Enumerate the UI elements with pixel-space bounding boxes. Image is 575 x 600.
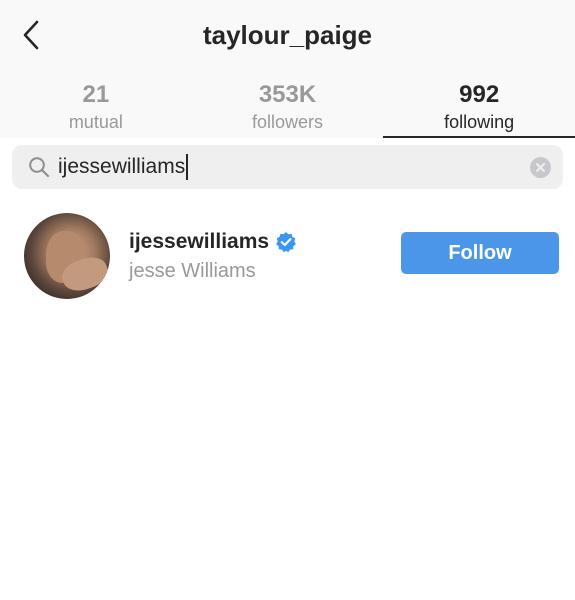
search-query: ijessewilliams xyxy=(58,155,186,178)
tab-label: mutual xyxy=(68,112,123,132)
follow-button[interactable]: Follow xyxy=(401,232,559,274)
text-caret xyxy=(186,154,189,180)
list-item[interactable]: ijessewilliams jesse Williams Follow xyxy=(0,206,575,306)
username: ijessewilliams xyxy=(129,230,270,253)
tab-mutual[interactable]: 21 mutual xyxy=(0,76,192,138)
tab-count: 21 xyxy=(82,81,110,108)
tab-followers[interactable]: 353K followers xyxy=(192,76,384,138)
search-value: ijessewilliams xyxy=(58,154,189,180)
search-icon xyxy=(29,157,50,178)
search-input[interactable]: ijessewilliams xyxy=(12,145,563,189)
page-title: taylour_paige xyxy=(202,20,373,50)
header-bar: taylour_paige 21 mutual 353K followers 9… xyxy=(0,0,575,138)
avatar[interactable] xyxy=(24,213,110,299)
full-name: jesse Williams xyxy=(129,260,256,282)
tab-label: following xyxy=(444,112,515,132)
tab-label: followers xyxy=(251,112,324,132)
tab-following[interactable]: 992 following xyxy=(383,76,575,138)
tab-count: 992 xyxy=(459,81,500,108)
tab-count: 353K xyxy=(258,81,317,108)
clear-icon[interactable] xyxy=(530,157,551,178)
verified-badge-icon xyxy=(276,232,296,253)
tab-bar: 21 mutual 353K followers 992 following xyxy=(0,76,575,138)
username-line: ijessewilliams xyxy=(129,230,297,254)
